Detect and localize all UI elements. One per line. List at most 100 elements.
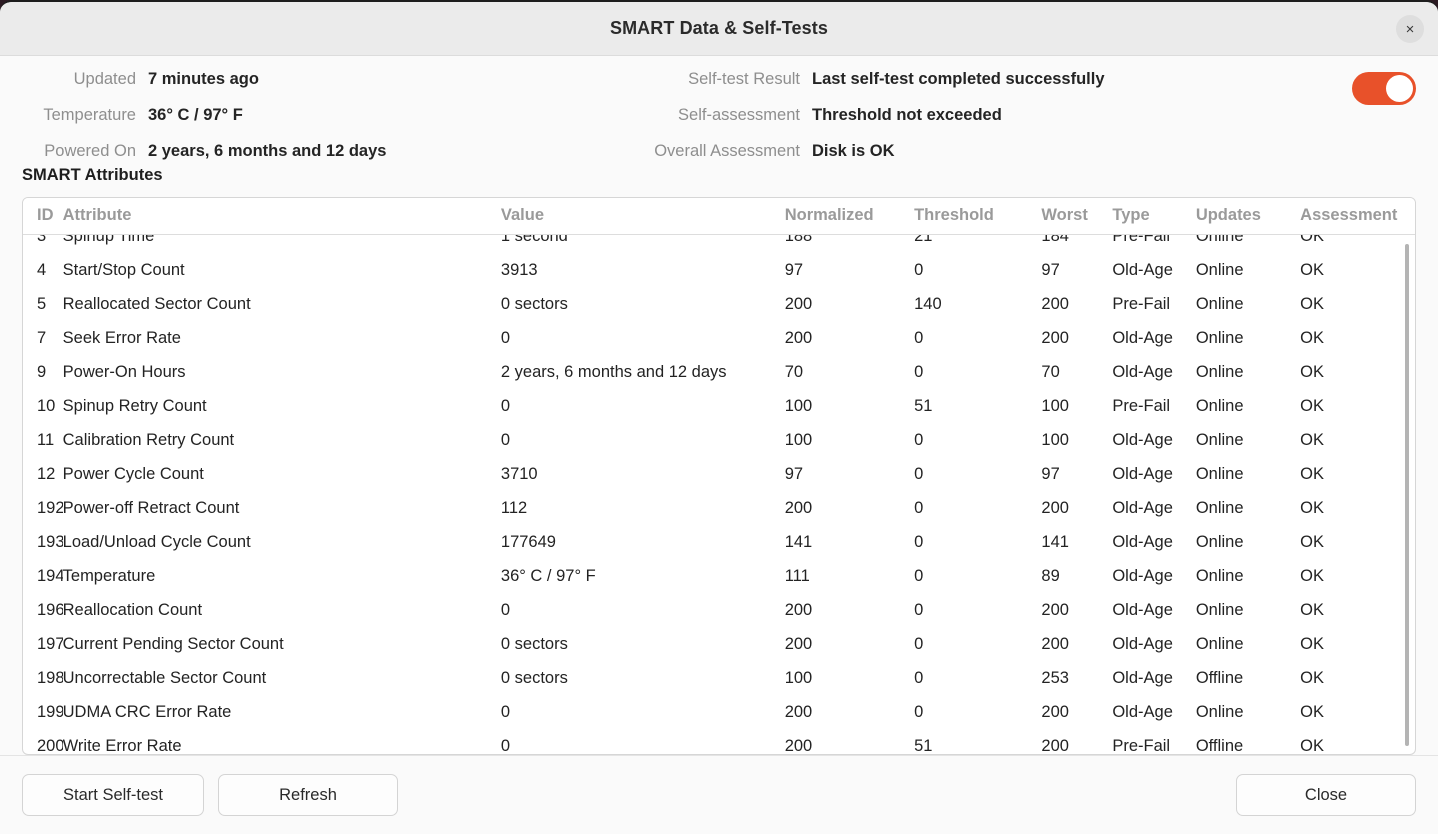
table-row[interactable]: 7 Seek Error Rate 0 200 0 200 Old-Age Online OK (23, 321, 1415, 355)
cell-normalized: 100 (784, 396, 813, 415)
cell-normalized: 200 (784, 498, 813, 517)
cell-value: 3913 (500, 260, 538, 279)
cell-value: 0 (500, 600, 511, 619)
column-header-threshold[interactable]: Threshold (914, 198, 1042, 235)
cell-value: 0 (500, 736, 511, 755)
selftest-result-value: Last self-test completed successfully (812, 70, 1105, 88)
cell-id: 194 (37, 566, 63, 585)
cell-attribute: Power Cycle Count (62, 464, 204, 483)
overall-assessment-label: Overall Assessment (654, 142, 800, 160)
table-row[interactable]: 11 Calibration Retry Count 0 100 0 100 Old-Age… (23, 423, 1415, 457)
table-row[interactable]: 193 Load/Unload Cycle Count 177649 141 0 141 O… (23, 525, 1415, 559)
cell-type: Old-Age (1112, 498, 1173, 517)
cell-worst: 184 (1041, 235, 1069, 245)
table-row[interactable]: 199 UDMA CRC Error Rate 0 200 0 200 Old-Age Onl… (23, 695, 1415, 729)
cell-threshold: 0 (914, 566, 924, 585)
cell-threshold: 0 (914, 464, 924, 483)
cell-id: 196 (37, 600, 63, 619)
table-scrollbar[interactable] (1403, 244, 1410, 746)
smart-enabled-toggle[interactable] (1352, 72, 1416, 105)
scrollbar-thumb[interactable] (1405, 244, 1409, 746)
cell-attribute: Write Error Rate (62, 736, 182, 755)
column-header-updates[interactable]: Updates (1195, 198, 1301, 235)
summary-row-selftest-result: Self-test Result Last self-test complete… (622, 70, 1262, 106)
column-header-type[interactable]: Type (1112, 198, 1196, 235)
cell-normalized: 200 (784, 634, 813, 653)
cell-id: 198 (37, 668, 63, 687)
cell-value: 0 sectors (500, 294, 568, 313)
cell-id: 9 (37, 362, 47, 381)
column-header-worst[interactable]: Worst (1041, 198, 1113, 235)
refresh-button[interactable]: Refresh (218, 774, 398, 816)
cell-value: 112 (500, 498, 528, 517)
table-scroll-content: 3 Spinup Time 1 second 188 21 184 Pre-Fail Onli… (23, 235, 1415, 754)
cell-normalized: 200 (784, 600, 813, 619)
cell-type: Pre-Fail (1112, 294, 1171, 313)
cell-id: 192 (37, 498, 63, 517)
table-row[interactable]: 10 Spinup Retry Count 0 100 51 100 Pre-Fail Onl… (23, 389, 1415, 423)
table-row[interactable]: 196 Reallocation Count 0 200 0 200 Old-Age Onli… (23, 593, 1415, 627)
table-header-row: ID Attribute Value Normalized Threshold … (23, 198, 1415, 235)
cell-worst: 97 (1041, 464, 1060, 483)
summary-right-column: Self-test Result Last self-test complete… (622, 70, 1262, 178)
cell-worst: 97 (1041, 260, 1060, 279)
cell-worst: 200 (1041, 600, 1069, 619)
table-row[interactable]: 198 Uncorrectable Sector Count 0 sectors 10… (23, 661, 1415, 695)
cell-value: 36° C / 97° F (500, 566, 596, 585)
cell-updates: Offline (1195, 668, 1244, 687)
table-row[interactable]: 192 Power-off Retract Count 112 200 0 200 Old-… (23, 491, 1415, 525)
window-title: SMART Data & Self-Tests (609, 18, 828, 38)
cell-attribute: Calibration Retry Count (62, 430, 235, 449)
cell-value: 177649 (500, 532, 556, 551)
smart-attributes-table: ID Attribute Value Normalized Threshold … (22, 197, 1416, 755)
cell-worst: 70 (1041, 362, 1060, 381)
cell-threshold: 0 (914, 702, 924, 721)
cell-updates: Online (1195, 430, 1244, 449)
column-header-assessment[interactable]: Assessment (1300, 198, 1415, 235)
table-row[interactable]: 5 Reallocated Sector Count 0 sectors 200 140… (23, 287, 1415, 321)
cell-attribute: Current Pending Sector Count (62, 634, 284, 653)
table-row[interactable]: 4 Start/Stop Count 3913 97 0 97 Old-Age Online O… (23, 253, 1415, 287)
column-header-normalized[interactable]: Normalized (784, 198, 915, 235)
cell-assessment: OK (1300, 600, 1324, 619)
column-header-attribute[interactable]: Attribute (62, 198, 501, 235)
cell-worst: 141 (1041, 532, 1069, 551)
close-icon[interactable]: × (1396, 15, 1424, 43)
cell-assessment: OK (1300, 328, 1324, 347)
cell-updates: Online (1195, 362, 1244, 381)
table-row[interactable]: 9 Power-On Hours 2 years, 6 months and 12 … (23, 355, 1415, 389)
start-self-test-button[interactable]: Start Self-test (22, 774, 204, 816)
cell-type: Old-Age (1112, 634, 1173, 653)
cell-attribute: Spinup Retry Count (62, 396, 207, 415)
table-row[interactable]: 194 Temperature 36° C / 97° F 111 0 89 Old-Age… (23, 559, 1415, 593)
column-header-value[interactable]: Value (500, 198, 785, 235)
dialog-footer: Start Self-test Refresh Close (0, 755, 1438, 834)
cell-updates: Online (1195, 702, 1244, 721)
cell-assessment: OK (1300, 498, 1324, 517)
cell-threshold: 140 (914, 294, 942, 313)
cell-attribute: UDMA CRC Error Rate (62, 702, 232, 721)
summary-row-self-assessment: Self-assessment Threshold not exceeded (622, 106, 1262, 142)
cell-threshold: 0 (914, 498, 924, 517)
cell-attribute: Spinup Time (62, 235, 155, 245)
close-button[interactable]: Close (1236, 774, 1416, 816)
cell-normalized: 100 (784, 668, 813, 687)
table-row[interactable]: 12 Power Cycle Count 3710 97 0 97 Old-Age Onlin… (23, 457, 1415, 491)
cell-threshold: 21 (914, 235, 933, 245)
cell-type: Old-Age (1112, 260, 1173, 279)
cell-id: 11 (37, 430, 55, 449)
table-row[interactable]: 200 Write Error Rate 0 200 51 200 Pre-Fail Offl… (23, 729, 1415, 755)
cell-updates: Online (1195, 294, 1244, 313)
cell-updates: Online (1195, 396, 1244, 415)
cell-id: 199 (37, 702, 63, 721)
column-header-id[interactable]: ID (23, 198, 63, 235)
table-row[interactable]: 3 Spinup Time 1 second 188 21 184 Pre-Fail Onli… (23, 235, 1415, 253)
table-row[interactable]: 197 Current Pending Sector Count 0 sectors… (23, 627, 1415, 661)
cell-attribute: Reallocated Sector Count (62, 294, 251, 313)
table-scroll-viewport[interactable]: 3 Spinup Time 1 second 188 21 184 Pre-Fail Onli… (23, 235, 1415, 754)
cell-threshold: 51 (914, 736, 933, 755)
summary-row-updated: Updated 7 minutes ago (22, 70, 452, 106)
cell-normalized: 200 (784, 294, 813, 313)
cell-type: Pre-Fail (1112, 396, 1171, 415)
cell-worst: 200 (1041, 702, 1069, 721)
